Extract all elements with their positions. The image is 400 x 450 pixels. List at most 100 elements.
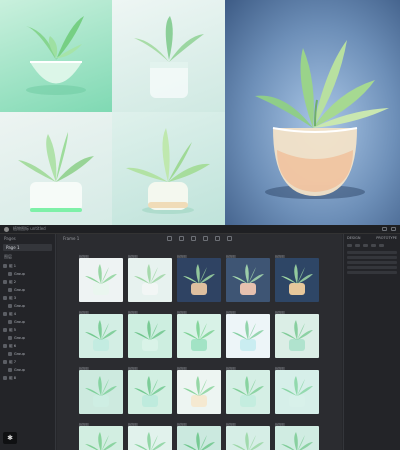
grid-tile[interactable]: 植物图 <box>226 254 270 302</box>
property-field[interactable] <box>347 261 397 264</box>
grid-tile[interactable]: 植物图 <box>128 366 172 414</box>
page-item-selected[interactable]: Page 1 <box>3 244 52 251</box>
grid-tile[interactable]: 植物图 <box>275 310 319 358</box>
layer-item[interactable]: 组 4 <box>0 310 55 318</box>
align-middle-icon[interactable] <box>379 244 384 247</box>
property-field[interactable] <box>347 271 397 274</box>
plant-image <box>128 314 172 358</box>
grid-tile[interactable]: 植物图 <box>226 366 270 414</box>
text-tool-icon[interactable] <box>215 236 220 241</box>
grid-tile[interactable]: 植物图 <box>128 310 172 358</box>
align-row <box>344 242 400 249</box>
grid-tile[interactable]: 植物图 <box>275 366 319 414</box>
property-field[interactable] <box>347 251 397 254</box>
layers-heading: 图层 <box>4 254 12 259</box>
share-icon[interactable] <box>382 227 387 231</box>
group-icon <box>8 304 12 308</box>
frame-tool-icon[interactable] <box>179 236 184 241</box>
play-icon[interactable] <box>391 227 396 231</box>
move-tool-icon[interactable] <box>167 236 172 241</box>
preview-tile-4 <box>112 112 225 225</box>
grid-tile[interactable]: 植物图 <box>177 422 221 450</box>
grid-tile[interactable]: 植物图 <box>226 422 270 450</box>
align-center-icon[interactable] <box>355 244 360 247</box>
canvas-area[interactable]: Frame 1 植物图 植物图 植物图 植物图 植物图 植物图 植物图 植物图 植物图 植物图 植物… <box>57 234 342 450</box>
plant-image <box>79 370 123 414</box>
grid-tile[interactable]: 植物图 <box>79 310 123 358</box>
plant-image <box>79 426 123 450</box>
layer-item[interactable]: Group <box>0 318 55 326</box>
grid-tile[interactable]: 植物图 <box>79 366 123 414</box>
layer-item[interactable]: 组 1 <box>0 262 55 270</box>
menu-bar: 植物图标 untitled <box>0 225 400 234</box>
grid-tile[interactable]: 植物图 <box>79 422 123 450</box>
layer-item[interactable]: Group <box>0 302 55 310</box>
group-icon <box>8 320 12 324</box>
layer-item[interactable]: Group <box>0 350 55 358</box>
frame-icon <box>3 312 7 316</box>
document-title: 植物图标 untitled <box>13 226 46 231</box>
layer-item[interactable]: 组 7 <box>0 358 55 366</box>
layer-item[interactable]: 组 6 <box>0 342 55 350</box>
grid-tile[interactable]: 植物图 <box>79 254 123 302</box>
layer-item[interactable]: Group <box>0 366 55 374</box>
preview-tile-large <box>225 0 400 225</box>
layer-item[interactable]: 组 5 <box>0 326 55 334</box>
group-icon <box>8 288 12 292</box>
frame-icon <box>3 328 7 332</box>
group-icon <box>8 352 12 356</box>
plant-image <box>128 426 172 450</box>
layer-item[interactable]: Group <box>0 270 55 278</box>
screenshot-root: 植物图标 untitled Pages Page 1 图层 组 1 Group … <box>0 0 400 450</box>
pen-tool-icon[interactable] <box>203 236 208 241</box>
plant-image <box>79 314 123 358</box>
layer-item[interactable]: 组 2 <box>0 278 55 286</box>
grid-tile[interactable]: 植物图 <box>177 366 221 414</box>
shape-tool-icon[interactable] <box>191 236 196 241</box>
image-grid: 植物图 植物图 植物图 植物图 植物图 植物图 植物图 植物图 植物图 植物图 植物图 植物图 植物图植… <box>79 254 319 450</box>
figma-icon[interactable]: ✱ <box>3 432 17 444</box>
frame-icon <box>3 344 7 348</box>
group-icon <box>8 336 12 340</box>
align-top-icon[interactable] <box>371 244 376 247</box>
layer-item[interactable]: Group <box>0 334 55 342</box>
align-left-icon[interactable] <box>347 244 352 247</box>
design-app-window: 植物图标 untitled Pages Page 1 图层 组 1 Group … <box>0 225 400 450</box>
plant-image <box>226 258 270 302</box>
grid-tile[interactable]: 植物图 <box>275 422 319 450</box>
layer-item[interactable]: 组 3 <box>0 294 55 302</box>
app-logo-icon[interactable] <box>4 226 9 232</box>
property-field[interactable] <box>347 266 397 269</box>
hand-tool-icon[interactable] <box>227 236 232 241</box>
grid-tile[interactable]: 植物图 <box>177 310 221 358</box>
align-right-icon[interactable] <box>363 244 368 247</box>
preview-tile-3 <box>0 112 112 225</box>
plant-image <box>177 314 221 358</box>
frame-icon <box>3 280 7 284</box>
plant-image <box>128 258 172 302</box>
properties-panel: DESIGN PROTOTYPE <box>343 234 400 450</box>
grid-tile[interactable]: 植物图 <box>128 254 172 302</box>
frame-icon <box>3 360 7 364</box>
preview-tile-1 <box>0 0 112 112</box>
plant-image <box>177 258 221 302</box>
grid-tile[interactable]: 植物图 <box>226 310 270 358</box>
plant-image <box>275 314 319 358</box>
grid-tile[interactable]: 植物图 <box>275 254 319 302</box>
layer-item[interactable]: Group <box>0 286 55 294</box>
group-icon <box>8 368 12 372</box>
frame-icon <box>3 296 7 300</box>
tab-prototype[interactable]: PROTOTYPE <box>376 236 397 240</box>
grid-tile[interactable]: 植物图 <box>177 254 221 302</box>
preview-tile-2 <box>112 0 225 112</box>
tab-design[interactable]: DESIGN <box>347 236 361 240</box>
plant-image <box>226 370 270 414</box>
plant-image <box>177 426 221 450</box>
layer-item[interactable]: 组 8 <box>0 374 55 382</box>
plant-image <box>275 370 319 414</box>
plant-image <box>226 314 270 358</box>
group-icon <box>8 272 12 276</box>
grid-tile[interactable]: 植物图 <box>128 422 172 450</box>
property-field[interactable] <box>347 256 397 259</box>
frame-icon <box>3 376 7 380</box>
